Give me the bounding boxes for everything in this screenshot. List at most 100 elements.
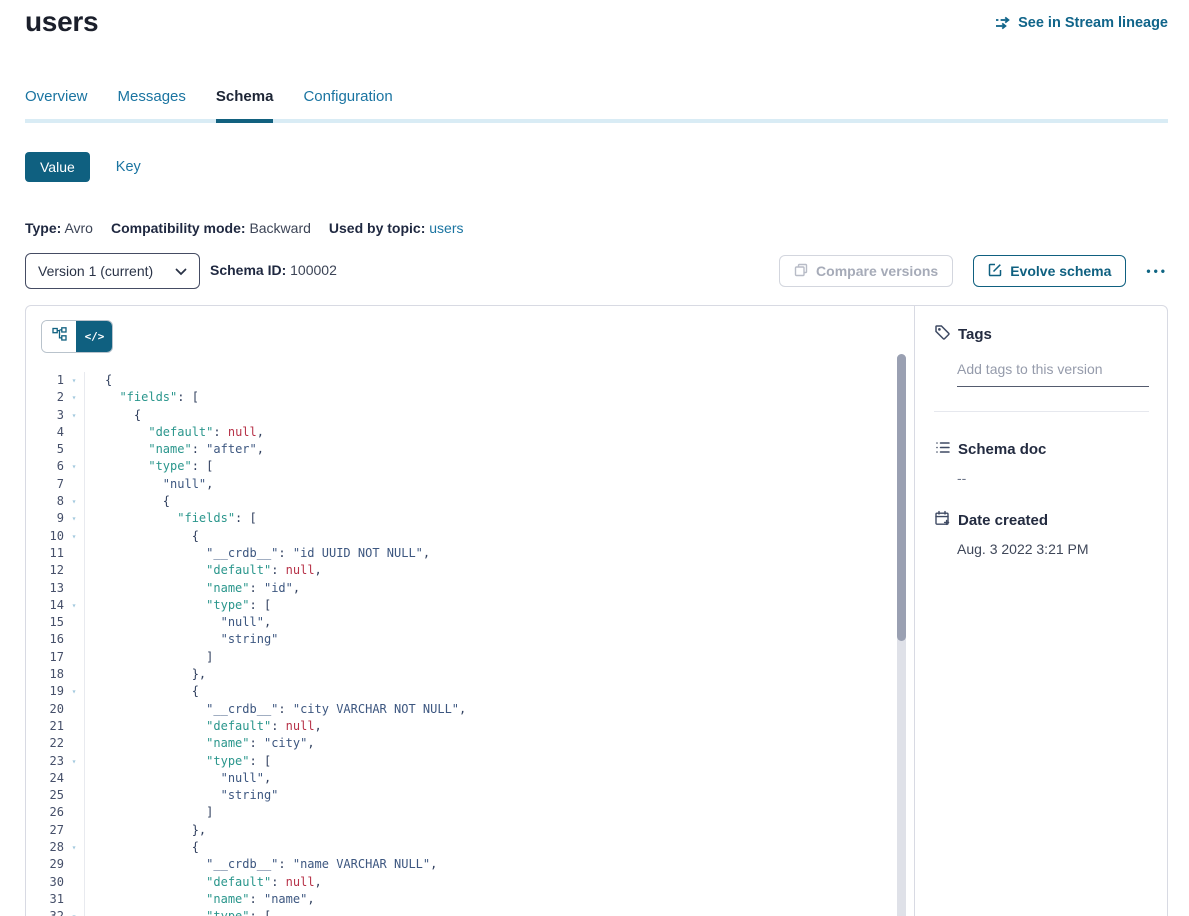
fold-spacer [64,580,85,597]
meta-type: Type: Avro [25,220,93,236]
fold-toggle-icon[interactable]: ▾ [64,839,85,856]
tab-overview[interactable]: Overview [25,88,88,119]
code-line: 15 "null", [26,614,894,631]
schema-page: users See in Stream lineage Overview Mes… [0,0,1189,916]
code-line: 16 "string" [26,631,894,648]
code-line: 1▾{ [26,372,894,389]
line-number: 29 [26,856,64,873]
version-bar: Version 1 (current) Schema ID: 100002 Co… [25,253,1168,289]
fold-spacer [64,804,85,821]
fold-spacer [64,770,85,787]
fold-spacer [64,614,85,631]
fold-spacer [64,787,85,804]
schema-code-panel: </> 1▾{2▾ "fields": [3▾ {4 "default": nu… [26,306,915,916]
fold-toggle-icon[interactable]: ▾ [64,683,85,700]
edit-schema-icon [988,263,1002,280]
code-lines: 1▾{2▾ "fields": [3▾ {4 "default": null,5… [26,372,894,916]
page-title: users [25,6,98,38]
meta-compatibility: Compatibility mode: Backward [111,220,311,236]
topic-link[interactable]: users [429,220,463,236]
fold-toggle-icon[interactable]: ▾ [64,753,85,770]
fold-spacer [64,476,85,493]
code-line-content: "string" [85,787,278,804]
code-line: 19▾ { [26,683,894,700]
key-toggle-link[interactable]: Key [116,159,141,175]
line-number: 3 [26,407,64,424]
fold-spacer [64,735,85,752]
date-created-title: Date created [958,512,1048,529]
code-line: 31 "name": "name", [26,891,894,908]
tags-title: Tags [958,326,992,343]
tree-view-toggle[interactable] [42,321,77,352]
code-line-content: "fields": [ [85,389,199,406]
fold-toggle-icon[interactable]: ▾ [64,510,85,527]
fold-spacer [64,441,85,458]
code-scrollbar-track[interactable] [897,354,906,916]
lineage-link-label: See in Stream lineage [1018,15,1168,31]
code-view-icon: </> [85,330,105,343]
fold-toggle-icon[interactable]: ▾ [64,407,85,424]
code-line-content: "__crdb__": "city VARCHAR NOT NULL", [85,701,466,718]
value-key-toggle: Value Key [25,152,141,182]
fold-toggle-icon[interactable]: ▾ [64,528,85,545]
fold-spacer [64,874,85,891]
line-number: 20 [26,701,64,718]
fold-toggle-icon[interactable]: ▾ [64,458,85,475]
fold-toggle-icon[interactable]: ▾ [64,908,85,916]
code-line-content: ] [85,649,213,666]
line-number: 8 [26,493,64,510]
code-line-content: { [85,407,141,424]
fold-toggle-icon[interactable]: ▾ [64,372,85,389]
code-line-content: "type": [ [85,458,213,475]
line-number: 30 [26,874,64,891]
fold-spacer [64,649,85,666]
tab-configuration[interactable]: Configuration [303,88,392,119]
fold-spacer [64,545,85,562]
code-scrollbar-thumb[interactable] [897,354,906,641]
compare-versions-button[interactable]: Compare versions [779,255,953,287]
schema-meta-row: Type: Avro Compatibility mode: Backward … [25,220,464,236]
tab-schema[interactable]: Schema [216,88,274,123]
code-view-toggle[interactable]: </> [77,321,112,352]
code-line-content: ] [85,804,213,821]
code-line-content: }, [85,666,206,683]
line-number: 9 [26,510,64,527]
line-number: 28 [26,839,64,856]
fold-toggle-icon[interactable]: ▾ [64,493,85,510]
chevron-down-icon [175,263,187,279]
code-line: 27 }, [26,822,894,839]
doc-list-icon [934,439,951,460]
code-line-content: "name": "id", [85,580,300,597]
tag-icon [934,324,951,345]
code-line-content: "__crdb__": "name VARCHAR NULL", [85,856,437,873]
version-actions: Compare versions Evolve schema ••• [779,255,1168,287]
code-line: 18 }, [26,666,894,683]
version-select[interactable]: Version 1 (current) [25,253,200,289]
version-select-value: Version 1 (current) [38,263,153,279]
code-line-content: "type": [ [85,753,271,770]
fold-toggle-icon[interactable]: ▾ [64,597,85,614]
code-line: 12 "default": null, [26,562,894,579]
line-number: 14 [26,597,64,614]
fold-spacer [64,701,85,718]
line-number: 11 [26,545,64,562]
schema-id: Schema ID: 100002 [210,262,337,278]
code-line-content: "type": [ [85,908,271,916]
evolve-schema-button[interactable]: Evolve schema [973,255,1126,287]
line-number: 27 [26,822,64,839]
value-toggle-button[interactable]: Value [25,152,90,182]
tags-header: Tags [934,324,1149,345]
fold-spacer [64,666,85,683]
see-in-stream-lineage-link[interactable]: See in Stream lineage [995,15,1168,31]
tab-messages[interactable]: Messages [118,88,186,119]
add-tags-input[interactable] [957,359,1149,387]
more-options-button[interactable]: ••• [1146,261,1168,281]
code-line: 6▾ "type": [ [26,458,894,475]
line-number: 16 [26,631,64,648]
meta-topic-label: Used by topic: [329,220,425,236]
code-line: 20 "__crdb__": "city VARCHAR NOT NULL", [26,701,894,718]
line-number: 7 [26,476,64,493]
fold-toggle-icon[interactable]: ▾ [64,389,85,406]
fold-spacer [64,891,85,908]
line-number: 26 [26,804,64,821]
